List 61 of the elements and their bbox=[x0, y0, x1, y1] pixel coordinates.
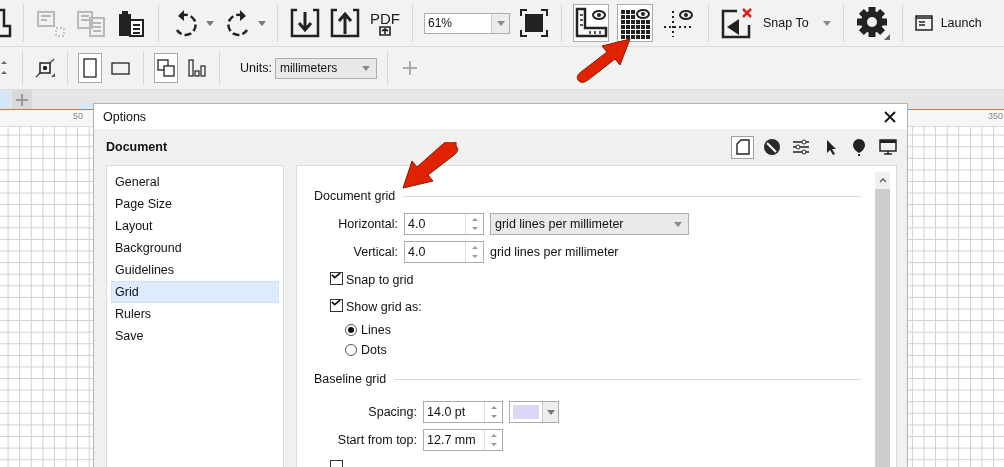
group-title: Baseline grid bbox=[314, 372, 387, 386]
section-heading: Document bbox=[106, 140, 168, 154]
spin-arrows-icon[interactable] bbox=[489, 404, 498, 420]
number-field[interactable]: 14.0 pt bbox=[423, 401, 503, 423]
dialog-title: Options bbox=[103, 109, 147, 124]
document-icon[interactable] bbox=[0, 8, 12, 38]
portrait-button[interactable] bbox=[78, 53, 102, 83]
caret-icon[interactable] bbox=[258, 20, 266, 26]
grid-toggle[interactable] bbox=[617, 4, 653, 42]
category-item[interactable]: Layout bbox=[111, 215, 279, 237]
ruler-label: 50 bbox=[73, 111, 83, 121]
number-field[interactable]: 4.0 bbox=[404, 241, 484, 263]
radio-button[interactable] bbox=[345, 344, 357, 356]
field-label: Spacing: bbox=[367, 405, 417, 419]
scroll-up-icon[interactable] bbox=[878, 178, 887, 183]
tray-icon bbox=[379, 25, 391, 36]
settings-button[interactable] bbox=[854, 4, 891, 42]
unit-dropdown[interactable]: grid lines per millimeter bbox=[490, 213, 689, 235]
radio-label[interactable]: Dots bbox=[361, 343, 387, 357]
spin-arrows-icon[interactable] bbox=[470, 244, 479, 260]
caret-icon[interactable] bbox=[546, 409, 555, 415]
caret-icon[interactable] bbox=[206, 20, 214, 26]
category-item[interactable]: Background bbox=[111, 237, 279, 259]
launch-button[interactable]: Launch bbox=[913, 8, 983, 38]
units-dropdown[interactable]: millimeters bbox=[274, 57, 377, 79]
checkbox-label[interactable]: Show grid as: bbox=[346, 299, 422, 314]
group-title: Document grid bbox=[314, 189, 396, 203]
window-icon bbox=[914, 15, 933, 31]
number-field[interactable]: 4.0 bbox=[404, 213, 484, 235]
caret-icon[interactable] bbox=[496, 20, 505, 26]
units-label: Units: bbox=[240, 61, 272, 75]
caret-icon[interactable] bbox=[361, 65, 370, 71]
category-item[interactable]: Page Size bbox=[111, 193, 279, 215]
field-label: Horizontal: bbox=[337, 217, 398, 231]
spin-arrows-icon[interactable] bbox=[470, 216, 479, 232]
color-picker[interactable] bbox=[509, 401, 559, 423]
category-item[interactable]: General bbox=[111, 171, 279, 193]
scrollbar[interactable] bbox=[875, 172, 890, 467]
spin-arrows-icon[interactable] bbox=[489, 432, 498, 448]
checkbox[interactable] bbox=[330, 299, 343, 312]
snap-to-dropdown[interactable]: Snap To bbox=[762, 8, 832, 38]
zoom-dropdown[interactable]: 61% bbox=[424, 12, 510, 34]
category-item[interactable]: Guidelines bbox=[111, 259, 279, 281]
radio-label[interactable]: Lines bbox=[361, 323, 391, 337]
checkbox-label[interactable]: Snap to grid bbox=[346, 272, 414, 287]
category-item[interactable]: Grid bbox=[111, 281, 279, 303]
caret-icon[interactable] bbox=[822, 20, 831, 26]
caret-icon[interactable] bbox=[674, 221, 682, 227]
publish-pdf-button[interactable]: PDF bbox=[369, 4, 401, 42]
field-label: Start from top: bbox=[336, 433, 417, 447]
category-item[interactable]: Save bbox=[111, 325, 279, 347]
ruler-label: 350 bbox=[988, 111, 1004, 121]
checkbox[interactable] bbox=[330, 272, 343, 285]
field-label: Vertical: bbox=[352, 245, 398, 259]
page-icon[interactable] bbox=[731, 135, 754, 159]
rulers-toggle[interactable] bbox=[573, 4, 609, 42]
number-field[interactable]: 12.7 mm bbox=[423, 429, 503, 451]
category-item[interactable]: Rulers bbox=[111, 303, 279, 325]
all-pages-button[interactable] bbox=[154, 53, 178, 83]
radio-button[interactable] bbox=[345, 324, 357, 336]
unit-label: grid lines per millimeter bbox=[490, 245, 619, 259]
